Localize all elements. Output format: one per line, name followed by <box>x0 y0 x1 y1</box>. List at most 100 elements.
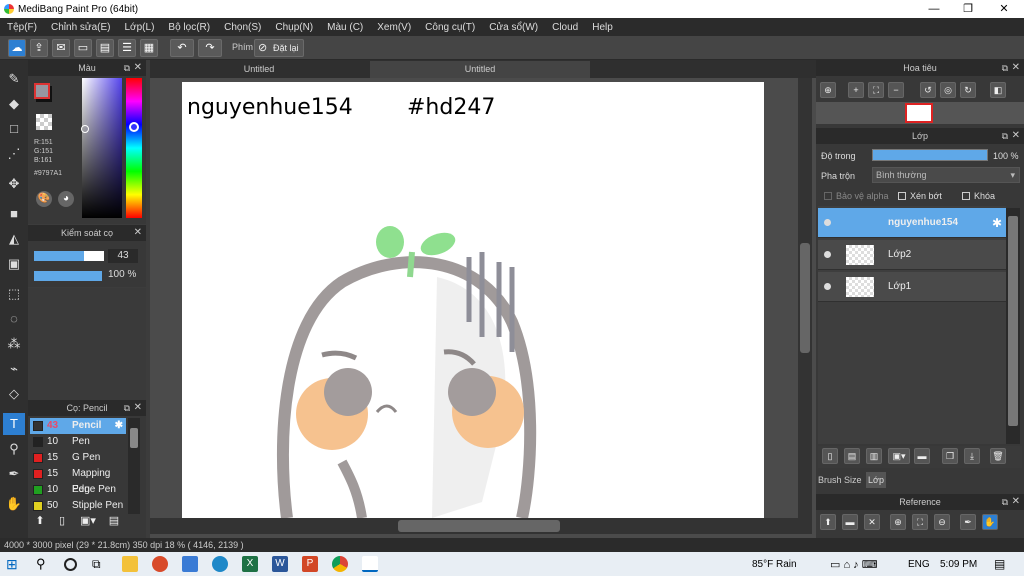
search-icon[interactable]: ⚲ <box>36 556 52 572</box>
reset-button[interactable]: ⊘ Đặt lại <box>254 39 304 57</box>
monitor-icon[interactable] <box>182 556 198 572</box>
brush-tool-icon[interactable]: ✎ <box>3 68 25 90</box>
brush-add-icon[interactable]: ⬆ <box>32 514 48 530</box>
expand-icon[interactable]: ⧉ <box>1002 128 1008 144</box>
navigator-viewport[interactable] <box>905 103 933 123</box>
scrollbar-thumb[interactable] <box>1008 216 1018 426</box>
select-eraser-tool-icon[interactable]: ◇ <box>3 383 25 405</box>
brush-opacity-slider[interactable] <box>34 271 102 281</box>
expand-icon[interactable]: ⧉ <box>124 60 130 76</box>
scrollbar-thumb[interactable] <box>130 428 138 448</box>
hand-icon[interactable]: ✋ <box>982 514 998 530</box>
menu-capture[interactable]: Chụp(N) <box>268 22 320 33</box>
brush-menu-icon[interactable]: ▣▾ <box>76 514 100 530</box>
zoom-in-icon[interactable]: + <box>848 82 864 98</box>
tab-untitled-2[interactable]: Untitled <box>370 61 590 78</box>
close-icon[interactable]: ✕ <box>134 225 142 241</box>
share-icon[interactable]: ⇪ <box>30 39 48 57</box>
eraser-tool-icon[interactable]: ◆ <box>3 93 25 115</box>
eyedropper-icon[interactable]: ✒ <box>960 514 976 530</box>
medibang-taskbar-icon[interactable] <box>362 556 378 572</box>
menu-file[interactable]: Tệp(F) <box>0 22 44 33</box>
upload-icon[interactable]: ⬆ <box>820 514 836 530</box>
menu-help[interactable]: Help <box>585 22 620 33</box>
word-icon[interactable]: W <box>272 556 288 572</box>
select-pen-tool-icon[interactable]: ⌁ <box>3 358 25 380</box>
close-icon[interactable]: ✕ <box>134 60 142 76</box>
layer-opacity-slider[interactable] <box>872 149 988 161</box>
delete-layer-icon[interactable]: 🗑 <box>990 448 1006 464</box>
duplicate-layer-icon[interactable]: ❐ <box>942 448 958 464</box>
horizontal-scrollbar-thumb[interactable] <box>398 520 560 532</box>
flip-icon[interactable]: ◧ <box>990 82 1006 98</box>
rectangle-tool-icon[interactable]: □ <box>3 118 25 140</box>
close-icon[interactable]: ✕ <box>134 400 142 416</box>
text-tool-icon[interactable]: T <box>3 413 25 435</box>
expand-icon[interactable]: ⧉ <box>1002 494 1008 510</box>
minimize-button[interactable]: — <box>916 0 952 18</box>
list-icon[interactable]: ☰ <box>118 39 136 57</box>
vertical-scrollbar-thumb[interactable] <box>800 243 810 353</box>
close-icon[interactable]: ✕ <box>1012 60 1020 76</box>
select-tool-icon[interactable]: ⬚ <box>3 283 25 305</box>
layer-row[interactable]: Lớp2 <box>818 240 1006 270</box>
menu-color[interactable]: Màu (C) <box>320 22 370 33</box>
layer-row[interactable]: Lớp1 <box>818 272 1006 302</box>
menu-view[interactable]: Xem(V) <box>370 22 418 33</box>
eyedropper-tool-icon[interactable]: ✒ <box>3 463 25 485</box>
cortana-icon[interactable] <box>64 558 77 571</box>
hue-slider-handle[interactable] <box>129 122 139 132</box>
chrome-icon[interactable] <box>332 556 348 572</box>
tab-brush-size[interactable]: Brush Size <box>818 472 864 488</box>
reset-rotation-icon[interactable]: ◎ <box>940 82 956 98</box>
close-reference-icon[interactable]: ✕ <box>864 514 880 530</box>
magic-wand-tool-icon[interactable]: ⁂ <box>3 333 25 355</box>
zoom-out-icon[interactable]: − <box>888 82 904 98</box>
layer-visibility-icon[interactable] <box>824 219 831 226</box>
protect-alpha-checkbox[interactable] <box>824 192 832 200</box>
new-8bit-layer-icon[interactable]: ▥ <box>866 448 882 464</box>
cloud-icon[interactable]: ☁ <box>8 39 26 57</box>
menu-edit[interactable]: Chỉnh sửa(E) <box>44 22 118 33</box>
menu-window[interactable]: Cửa sổ(W) <box>482 22 545 33</box>
task-view-icon[interactable]: ⧉ <box>92 556 108 572</box>
brush-item[interactable]: 15 G Pen <box>30 450 126 466</box>
menu-tools[interactable]: Công cụ(T) <box>418 22 482 33</box>
layer-visibility-icon[interactable] <box>824 251 831 258</box>
edge-icon[interactable] <box>212 556 228 572</box>
grid-icon[interactable]: ▦ <box>140 39 158 57</box>
menu-select[interactable]: Chọn(S) <box>217 22 268 33</box>
palette-add-icon[interactable]: ◕ <box>58 191 74 207</box>
rotate-right-icon[interactable]: ↻ <box>960 82 976 98</box>
navigator-preview[interactable] <box>816 102 1024 124</box>
bucket-tool-icon[interactable]: ◭ <box>3 228 25 250</box>
lock-checkbox[interactable] <box>962 192 970 200</box>
drawing-canvas[interactable]: nguyenhue154 #hd247 <box>182 82 764 518</box>
close-icon[interactable]: ✕ <box>1012 494 1020 510</box>
windows-start-icon[interactable]: ⊞ <box>6 556 22 572</box>
brush-item[interactable]: 10 Pen <box>30 434 126 450</box>
menu-cloud[interactable]: Cloud <box>545 22 585 33</box>
expand-icon[interactable]: ⧉ <box>124 400 130 416</box>
document-icon[interactable]: ▤ <box>96 39 114 57</box>
fit-window-icon[interactable]: ⛶ <box>868 82 884 98</box>
redo-icon[interactable]: ↷ <box>198 39 222 57</box>
brush-size-value[interactable]: 43 <box>108 249 138 263</box>
clipping-checkbox[interactable] <box>898 192 906 200</box>
close-button[interactable]: ✕ <box>986 0 1022 18</box>
layer-row[interactable]: nguyenhue154 ✱ <box>818 208 1006 238</box>
folder-icon[interactable]: ▬ <box>914 448 930 464</box>
brush-settings-icon[interactable]: ✱ <box>115 418 123 434</box>
new-halftone-layer-icon[interactable]: ▤ <box>844 448 860 464</box>
hue-slider[interactable] <box>126 78 142 218</box>
zoom-fit-icon[interactable]: ⊕ <box>820 82 836 98</box>
saturation-value-picker[interactable] <box>82 78 122 218</box>
vertical-scrollbar[interactable] <box>798 78 812 518</box>
zoom-out-icon[interactable]: ⊖ <box>934 514 950 530</box>
undo-icon[interactable]: ↶ <box>170 39 194 57</box>
merge-down-icon[interactable]: ⤓ <box>964 448 980 464</box>
close-icon[interactable]: ✕ <box>1012 128 1020 144</box>
lasso-tool-icon[interactable]: ◌ <box>3 308 25 330</box>
open-folder-icon[interactable]: ▬ <box>842 514 858 530</box>
clock[interactable]: 5:09 PM <box>940 559 977 570</box>
